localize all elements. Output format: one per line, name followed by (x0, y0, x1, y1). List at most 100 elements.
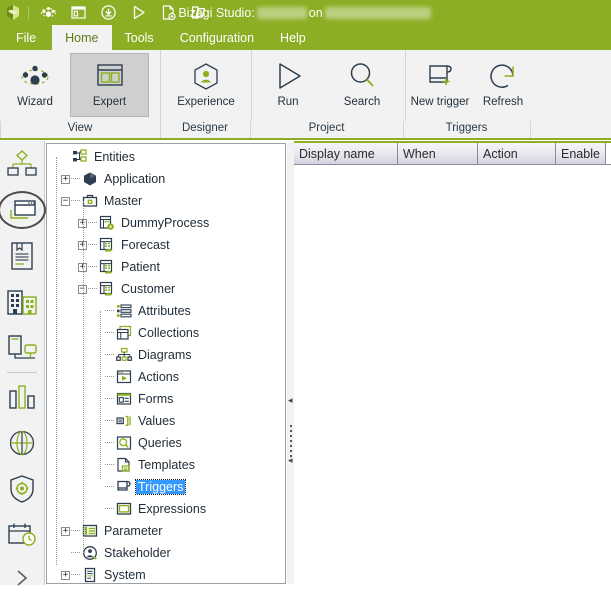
rail-item-globe[interactable] (0, 420, 44, 466)
templates-icon (115, 457, 132, 474)
ribbon-group-view: Wizard Expert (0, 50, 160, 121)
tree-connector (105, 376, 114, 378)
rail-item-business-rules[interactable] (0, 233, 44, 279)
wizard-button[interactable]: Wizard (6, 53, 64, 117)
grid-column-header-when[interactable]: When (398, 143, 478, 164)
entities-tree: Entities + Application − Master + DummyProcess… (47, 144, 285, 584)
menu-item-tools[interactable]: Tools (112, 25, 167, 50)
expert-button-label: Expert (92, 96, 127, 108)
tree-node-label: Forms (138, 392, 174, 406)
new-trigger-button[interactable]: New trigger (406, 53, 474, 117)
tree-connector (105, 442, 114, 444)
refresh-button[interactable]: Refresh (474, 53, 532, 117)
grid-column-header-label: When (403, 146, 436, 161)
refresh-button-label: Refresh (482, 96, 524, 108)
tree-node-label: Application (104, 172, 166, 186)
grid-column-header-enable[interactable]: Enable (556, 143, 606, 164)
menu-item-configuration[interactable]: Configuration (167, 25, 267, 50)
rail-divider (7, 372, 37, 373)
tree-expander-spacer (61, 549, 70, 558)
tree-node-application[interactable]: + Application (47, 168, 285, 190)
tree-node-label: Customer (121, 282, 176, 296)
tree-node-label: Diagrams (138, 348, 192, 362)
forms-designer-icon[interactable] (63, 0, 93, 25)
panel-splitter[interactable]: ◂ ◂ (287, 143, 294, 584)
queries-icon (115, 435, 132, 452)
rail-item-process-model[interactable] (0, 141, 44, 187)
tree-node-label: Collections (138, 326, 200, 340)
rail-expand-button[interactable] (0, 558, 44, 598)
rail-selection-indicator (0, 191, 46, 229)
values-icon (115, 413, 132, 430)
rail-item-security[interactable] (0, 466, 44, 512)
tree-node-entities[interactable]: Entities (47, 146, 285, 168)
expert-button[interactable]: Expert (70, 53, 149, 117)
tree-connector (105, 310, 114, 312)
search-icon (346, 57, 378, 95)
tree-expander-spacer (95, 505, 104, 514)
actions-icon (115, 369, 132, 386)
triggers-grid-panel: Display name When Action Enable (294, 141, 611, 585)
tree-connector (105, 486, 114, 488)
tree-expander-application[interactable]: + (61, 174, 70, 184)
tree-expander-parameter[interactable]: + (61, 526, 70, 536)
open-project-icon[interactable] (183, 0, 213, 25)
tree-node-label: Entities (94, 150, 135, 164)
tree-expander-master[interactable]: − (61, 196, 70, 206)
grid-body[interactable] (294, 165, 611, 585)
tree-connector (71, 530, 80, 532)
rail-item-forms[interactable] (0, 187, 46, 233)
tree-connector (88, 288, 97, 290)
ribbon-group-designer: Experience (160, 50, 251, 121)
experience-button[interactable]: Experience (161, 53, 251, 117)
tree-expander-system[interactable]: + (61, 570, 70, 580)
rail-item-reports[interactable] (0, 374, 44, 420)
menu-item-home[interactable]: Home (52, 25, 112, 50)
quick-access-separator (28, 5, 29, 20)
forms-icon (115, 391, 132, 408)
ribbon-group-label-triggers: Triggers (445, 122, 488, 134)
new-trigger-icon (424, 57, 456, 95)
system-icon (81, 567, 98, 584)
grid-column-header-action[interactable]: Action (478, 143, 556, 164)
run-icon[interactable] (123, 0, 153, 25)
entity-icon (98, 259, 115, 276)
run-button[interactable]: Run (252, 53, 324, 117)
download-icon[interactable] (93, 0, 123, 25)
new-document-icon[interactable] (153, 0, 183, 25)
rail-item-scheduler[interactable] (0, 512, 44, 558)
tree-connector (71, 200, 80, 202)
splitter-collapse-arrow-top[interactable]: ◂ (288, 396, 293, 405)
tree-connector (105, 354, 114, 356)
process-wizard-icon[interactable] (33, 0, 63, 25)
ribbon-group-triggers: New trigger Refresh (405, 50, 533, 121)
tree-node-label: Values (138, 414, 176, 428)
search-button-label: Search (343, 96, 381, 108)
search-button[interactable]: Search (324, 53, 400, 117)
module-rail (0, 141, 46, 586)
tree-node-label: Expressions (138, 502, 207, 516)
ribbon-group-labels: View Designer Project Triggers (0, 121, 611, 139)
ribbon-groups: Wizard Expert Experience Run Search New … (0, 50, 533, 121)
business-rules-document-icon (11, 242, 33, 270)
rail-item-organization[interactable] (0, 279, 44, 325)
ribbon-group-project: Run Search (251, 50, 405, 121)
entities-tree-panel[interactable]: Entities + Application − Master + DummyProcess… (46, 143, 286, 584)
tree-connector (105, 398, 114, 400)
wizard-icon (18, 57, 52, 95)
menu-item-file[interactable]: File (0, 25, 52, 50)
new-trigger-button-label: New trigger (410, 96, 470, 108)
tree-node-system[interactable]: + System (47, 564, 285, 584)
collections-icon (115, 325, 132, 342)
bizagi-logo-icon[interactable] (0, 0, 26, 25)
menu-item-help[interactable]: Help (267, 25, 319, 50)
rail-item-integration[interactable] (0, 325, 44, 371)
tree-connector (105, 464, 114, 466)
grid-header-row: Display name When Action Enable (294, 143, 611, 165)
tree-connector (71, 552, 80, 554)
tree-node-label: Stakeholder (104, 546, 171, 560)
grid-column-header-display-name[interactable]: Display name (294, 143, 398, 164)
chevron-right-icon (17, 570, 28, 586)
tree-node-label: Parameter (104, 524, 163, 538)
security-shield-icon (10, 475, 34, 503)
